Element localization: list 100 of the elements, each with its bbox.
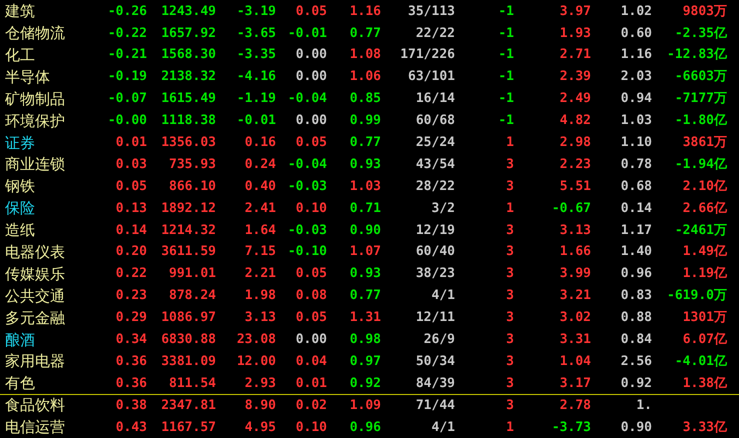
- sector-name[interactable]: 环境保护: [0, 110, 100, 132]
- table-cell: 0.13: [116, 200, 147, 216]
- sector-name[interactable]: 钢铁: [0, 175, 100, 198]
- table-cell: 2.39: [560, 69, 591, 84]
- table-cell: -1: [498, 113, 514, 128]
- table-cell: 0.00: [296, 332, 327, 348]
- table-cell: 1.16: [620, 47, 652, 62]
- table-cell: 0.14: [620, 200, 652, 216]
- sector-name[interactable]: 公共交通: [0, 284, 100, 308]
- table-cell: -619.0万: [667, 288, 727, 304]
- sector-name[interactable]: 商业连锁: [0, 153, 100, 176]
- table-cell: 3861万: [682, 135, 727, 150]
- table-cell: 0.10: [296, 420, 327, 435]
- table-cell: 26/9: [424, 332, 455, 348]
- table-cell: 1.40: [620, 244, 652, 260]
- table-cell: 35/113: [408, 4, 455, 19]
- table-cell: 2.41: [244, 200, 276, 216]
- table-cell: 3: [506, 156, 514, 172]
- table-cell: 25/24: [416, 135, 455, 150]
- table-cell: -0.01: [288, 26, 327, 41]
- table-cell: 2.98: [560, 135, 591, 150]
- sector-name[interactable]: 传媒娱乐: [0, 262, 100, 286]
- table-cell: 3.31: [560, 332, 591, 348]
- table-cell: 3: [506, 310, 514, 326]
- sector-name[interactable]: 造纸: [0, 219, 100, 242]
- table-cell: -1: [498, 47, 514, 62]
- table-cell: 12/19: [416, 222, 455, 238]
- table-cell: -0.19: [108, 69, 147, 84]
- sector-name[interactable]: 建筑: [0, 0, 100, 23]
- table-cell: 0.14: [116, 222, 147, 238]
- table-cell: 2.78: [560, 398, 591, 413]
- table-cell: -0.04: [288, 156, 327, 172]
- table-cell: 1214.32: [161, 222, 216, 238]
- table-cell: 0.77: [350, 135, 381, 150]
- table-cell: 3611.59: [161, 244, 216, 260]
- table-cell: 0.05: [116, 178, 147, 194]
- sector-name[interactable]: 保险: [0, 197, 100, 220]
- table-cell: -0.21: [108, 47, 147, 62]
- table-cell: 811.54: [169, 376, 216, 391]
- table-cell: 5.51: [560, 178, 591, 194]
- table-cell: 9803万: [682, 4, 727, 19]
- table-cell: 4.82: [560, 113, 591, 128]
- table-cell: 1: [506, 420, 514, 435]
- table-cell: 0.36: [116, 376, 147, 391]
- sector-name[interactable]: 酿酒: [0, 328, 100, 352]
- table-cell: 71/44: [416, 398, 455, 413]
- table-cell: 38/23: [416, 266, 455, 282]
- table-cell: 2.71: [560, 47, 591, 62]
- table-cell: -4.01亿: [674, 354, 727, 369]
- table-cell: 16/14: [416, 91, 455, 106]
- sector-name[interactable]: 半导体: [0, 66, 100, 88]
- table-cell: -0.07: [108, 91, 147, 106]
- sector-name[interactable]: 电信运营: [0, 416, 100, 438]
- sector-name[interactable]: 食品饮料: [0, 394, 100, 417]
- table-cell: 1.04: [560, 354, 591, 369]
- table-cell: -7177万: [674, 91, 727, 106]
- table-cell: 1.31: [350, 310, 381, 326]
- table-cell: -3.73: [552, 420, 591, 435]
- table-cell: 1.: [636, 398, 652, 413]
- table-cell: 12/11: [416, 310, 455, 326]
- table-cell: 84/39: [416, 376, 455, 391]
- table-cell: -0.26: [108, 4, 147, 19]
- table-cell: 1.17: [620, 222, 652, 238]
- sector-name[interactable]: 家用电器: [0, 350, 100, 373]
- table-cell: 0.34: [116, 332, 147, 348]
- table-cell: 0.22: [116, 266, 147, 282]
- table-cell: 2.23: [560, 156, 591, 172]
- table-cell: 3: [506, 354, 514, 369]
- table-cell: -12.83亿: [667, 47, 727, 62]
- table-cell: -1: [498, 91, 514, 106]
- table-cell: 3.33亿: [682, 420, 727, 435]
- sector-name[interactable]: 电器仪表: [0, 241, 100, 264]
- table-cell: 866.10: [169, 178, 216, 194]
- table-cell: 1.06: [350, 69, 381, 84]
- sector-name[interactable]: 仓储物流: [0, 22, 100, 45]
- table-cell: 1.08: [350, 47, 381, 62]
- table-cell: 1167.57: [161, 420, 216, 435]
- table-cell: 1243.49: [161, 4, 216, 19]
- table-cell: 1.09: [350, 398, 381, 413]
- table-cell: 0.71: [350, 200, 381, 216]
- table-cell: -3.65: [236, 26, 276, 41]
- table-cell: 3: [506, 376, 514, 391]
- table-cell: 0.29: [116, 310, 147, 326]
- table-cell: 1356.03: [161, 135, 216, 150]
- table-cell: -1: [498, 4, 514, 19]
- table-cell: 1118.38: [161, 113, 216, 128]
- table-cell: 4/1: [432, 288, 455, 304]
- table-cell: 12.00: [236, 354, 276, 369]
- table-cell: 3: [506, 332, 514, 348]
- sector-name[interactable]: 矿物制品: [0, 88, 100, 110]
- sector-name[interactable]: 多元金融: [0, 306, 100, 330]
- table-cell: 0.24: [244, 156, 276, 172]
- sector-name[interactable]: 化工: [0, 44, 100, 66]
- sector-name[interactable]: 证券: [0, 132, 100, 154]
- table-cell: 0.85: [350, 91, 381, 106]
- table-cell: 8.90: [244, 398, 276, 413]
- table-cell: 3.21: [560, 288, 591, 304]
- table-cell: 3.13: [560, 222, 591, 238]
- table-cell: 2.03: [620, 69, 652, 84]
- sector-name[interactable]: 有色: [0, 372, 100, 395]
